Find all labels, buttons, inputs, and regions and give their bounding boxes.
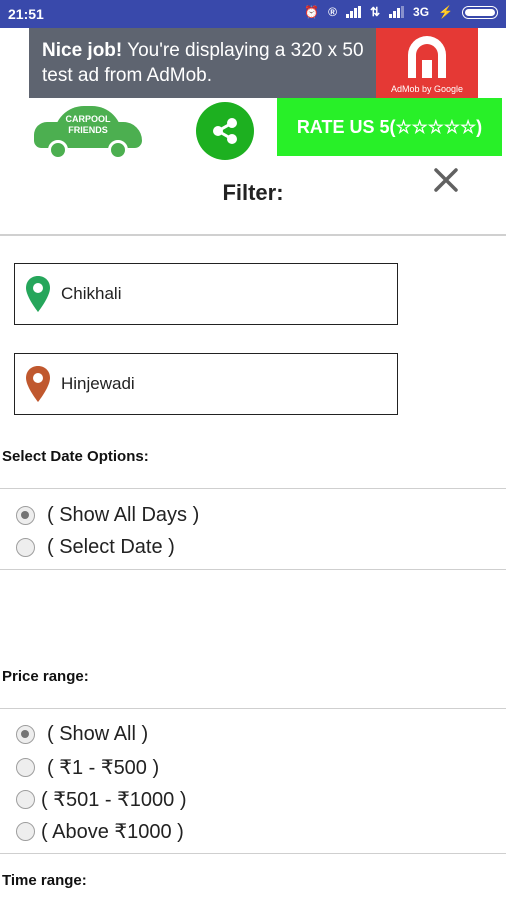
admob-brand: AdMob by Google [390, 84, 464, 94]
filter-title: Filter: [222, 180, 284, 205]
radio-label: ( Above ₹1000 ) [41, 821, 184, 843]
radio-label: ( Show All ) [47, 723, 149, 745]
ad-text: Nice job! You're displaying a 320 x 50 t… [42, 38, 372, 88]
radio-label: ( Select Date ) [47, 536, 175, 558]
from-location-value: Chikhali [61, 284, 122, 303]
radio-label: ( ₹1 - ₹500 ) [47, 757, 160, 779]
r-circle-icon: ® [328, 5, 337, 19]
data-icon: ⇅ [369, 5, 381, 19]
charging-icon: ⚡ [438, 5, 453, 19]
logo-text: CARPOOL FRIENDS [56, 114, 120, 136]
price-option-show-all[interactable]: ( Show All ) [16, 723, 148, 746]
ad-banner[interactable]: Nice job! You're displaying a 320 x 50 t… [29, 28, 478, 98]
status-time: 21:51 [8, 6, 44, 22]
radio-selected-icon[interactable] [16, 725, 35, 744]
share-icon [213, 118, 237, 144]
signal-icon [345, 6, 361, 18]
radio-unselected-icon[interactable] [16, 822, 35, 841]
price-range-group: ( Show All ) ( ₹1 - ₹500 ) ( ₹501 - ₹100… [0, 708, 506, 854]
date-options-group: ( Show All Days ) ( Select Date ) [0, 488, 506, 570]
to-location-field[interactable]: Hinjewadi [14, 353, 398, 415]
status-bar: 21:51 ⏰ ® ⇅ 3G ⚡ [0, 0, 506, 28]
admob-logo[interactable]: AdMob by Google [376, 28, 478, 98]
radio-selected-icon[interactable] [16, 506, 35, 525]
battery-icon [462, 5, 498, 19]
alarm-icon: ⏰ [304, 5, 320, 19]
from-location-field[interactable]: Chikhali [14, 263, 398, 325]
price-range-label: Price range: [2, 668, 89, 685]
radio-unselected-icon[interactable] [16, 790, 35, 809]
date-options-label: Select Date Options: [2, 448, 149, 465]
status-icons: ⏰ ® ⇅ 3G ⚡ [304, 5, 498, 19]
price-option-501-1000[interactable]: ( ₹501 - ₹1000 ) [16, 787, 187, 812]
rate-us-button[interactable]: RATE US 5(☆☆☆☆☆) [277, 98, 502, 156]
car-wheel [108, 140, 128, 160]
car-wheel [48, 140, 68, 160]
network-type: 3G [413, 5, 430, 19]
share-button[interactable] [196, 102, 254, 160]
carpool-friends-logo: CARPOOL FRIENDS [34, 106, 142, 160]
radio-unselected-icon[interactable] [16, 758, 35, 777]
ad-headline: Nice job! [42, 40, 123, 61]
price-option-above-1000[interactable]: ( Above ₹1000 ) [16, 819, 184, 844]
map-pin-icon [26, 366, 50, 402]
price-option-1-500[interactable]: ( ₹1 - ₹500 ) [16, 755, 159, 780]
date-option-all-days[interactable]: ( Show All Days ) [16, 504, 199, 527]
logo-text-line1: CARPOOL [65, 114, 111, 124]
radio-label: ( ₹501 - ₹1000 ) [41, 789, 187, 811]
logo-text-line2: FRIENDS [68, 125, 108, 135]
to-location-value: Hinjewadi [61, 374, 135, 393]
admob-mark-icon [408, 36, 446, 78]
header-divider [0, 234, 506, 236]
signal-icon [389, 6, 405, 18]
close-icon[interactable] [432, 166, 460, 194]
radio-unselected-icon[interactable] [16, 538, 35, 557]
date-option-select-date[interactable]: ( Select Date ) [16, 536, 175, 559]
radio-label: ( Show All Days ) [47, 504, 200, 526]
map-pin-icon [26, 276, 50, 312]
time-range-label: Time range: [2, 872, 87, 889]
